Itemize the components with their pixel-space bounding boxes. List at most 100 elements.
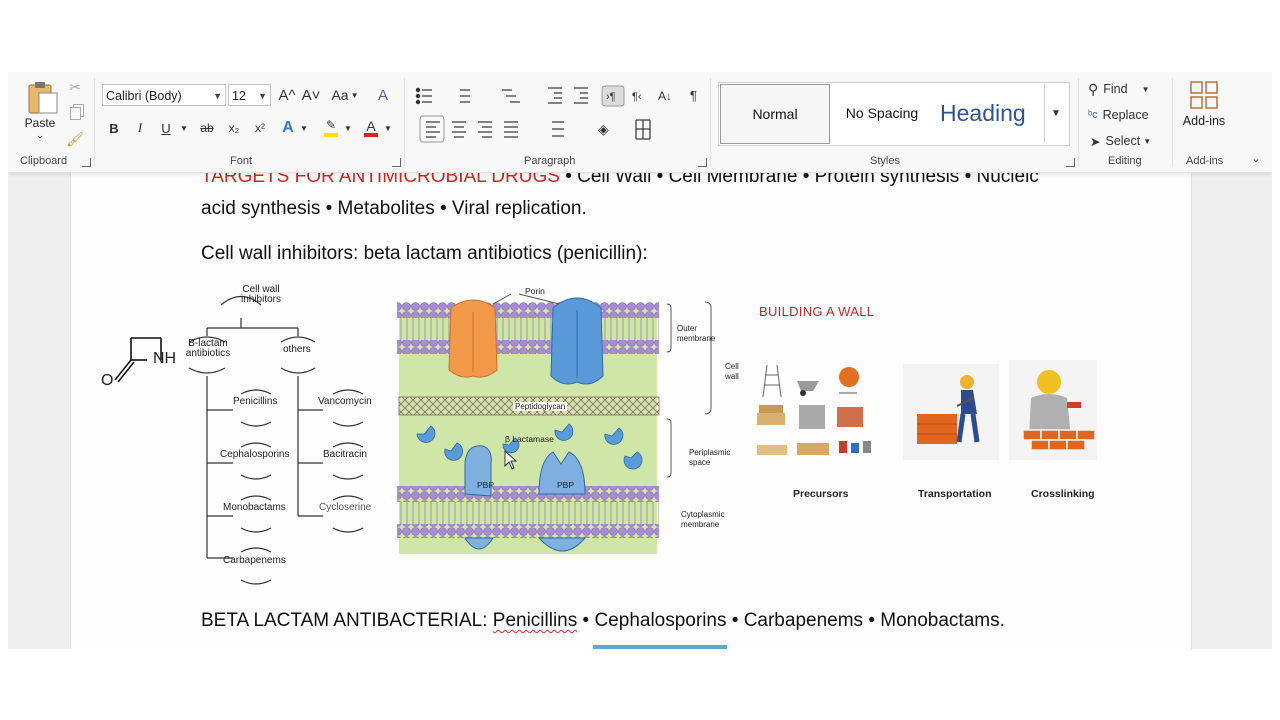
beta-lactam-summary: BETA LACTAM ANTIBACTERIAL: Penicillins •… (201, 610, 1005, 632)
align-right-button[interactable] (474, 116, 498, 142)
bullets-button[interactable] (412, 84, 450, 108)
strikethrough-button[interactable]: ab (196, 118, 218, 138)
separator (94, 78, 95, 166)
caption-precursors: Precursors (793, 488, 849, 500)
document-page[interactable]: TARGETS FOR ANTIMICROBIAL DRUGS • Cell W… (70, 166, 1192, 649)
underline-button[interactable]: U (156, 118, 176, 138)
crosslinking-image (1009, 360, 1097, 460)
styles-group-label: Styles (870, 155, 900, 167)
grow-font-button[interactable]: A^ (276, 84, 298, 106)
styles-launcher-icon[interactable] (1066, 158, 1075, 167)
copy-icon (69, 106, 81, 120)
add-ins-label: Add-ins (1182, 114, 1226, 128)
separator (1078, 78, 1079, 166)
clipboard-launcher-icon[interactable] (82, 158, 91, 167)
add-ins-button[interactable]: Add-ins (1180, 78, 1228, 136)
styles-more-button[interactable]: ▼ (1044, 84, 1067, 142)
separator (1172, 78, 1173, 166)
separator (404, 78, 405, 166)
transportation-image (903, 364, 999, 460)
rtl-button[interactable] (628, 84, 650, 108)
selection-bar (593, 645, 727, 649)
ltr-button[interactable] (602, 84, 624, 108)
style-heading[interactable]: Heading (934, 84, 1044, 142)
pbp-label-2: PBP (557, 480, 575, 490)
periplasmic-label: Periplasmic space (689, 448, 731, 467)
style-no-spacing[interactable]: No Spacing (828, 84, 936, 142)
style-normal[interactable]: Normal (720, 84, 830, 144)
clear-formatting-button[interactable]: A (372, 84, 394, 106)
paragraph-group-label: Paragraph (524, 155, 576, 167)
select-label: Select (1105, 134, 1141, 148)
bold-button[interactable]: B (104, 118, 124, 138)
cytoplasmic-label: Cytoplasmic membrane (681, 510, 725, 529)
numbering-button[interactable] (452, 84, 492, 108)
change-case-button[interactable]: Aa ▼ (328, 84, 362, 106)
find-label: Find (1103, 82, 1128, 96)
align-left-button[interactable] (420, 116, 444, 142)
replace-button[interactable]: ᵇc Replace (1088, 104, 1160, 126)
copy-button[interactable] (66, 104, 84, 122)
font-size-select[interactable]: 12 ▼ (228, 84, 271, 106)
tree-others-label: others (283, 344, 311, 355)
format-painter-button[interactable]: 🖌 (66, 130, 84, 148)
chevron-down-icon: ▼ (344, 123, 352, 133)
select-button[interactable]: ➤ Select ▼ (1090, 130, 1162, 152)
caption-transportation: Transportation (918, 488, 992, 500)
font-color-dropdown[interactable]: ▼ (382, 118, 394, 138)
align-center-button[interactable] (448, 116, 472, 142)
tree-leaf-carbapenems: Carbapenems (223, 555, 286, 566)
shading-button[interactable] (590, 116, 626, 142)
font-group-label: Font (230, 155, 253, 167)
paragraph-launcher-icon[interactable] (698, 158, 707, 167)
cell-wall-label: Cell wall (725, 362, 739, 381)
increase-indent-button[interactable] (568, 84, 590, 108)
chevron-down-icon: ▼ (300, 123, 308, 133)
multilevel-list-button[interactable] (496, 84, 532, 108)
chevron-down-icon: ▼ (180, 123, 188, 133)
paste-button[interactable]: Paste ⌄ (20, 78, 60, 144)
subscript-button[interactable]: x₂ (224, 118, 244, 138)
underline-dropdown[interactable]: ▼ (178, 118, 190, 138)
tree-leaf-penicillins: Penicillins (233, 396, 278, 407)
porin-label: Porin (525, 286, 545, 296)
show-marks-button[interactable] (684, 84, 706, 108)
scissors-icon: ✂ (69, 78, 81, 95)
tree-leaf-vancomycin: Vancomycin (318, 396, 372, 407)
peptidoglycan-label: Peptidoglycan (513, 402, 568, 411)
justify-button[interactable] (500, 116, 534, 142)
font-color-button[interactable]: A (360, 118, 382, 138)
text-effects-dropdown[interactable]: ▼ (298, 118, 310, 138)
search-icon: ⚲ (1088, 80, 1099, 97)
summary-prefix: BETA LACTAM ANTIBACTERIAL: (201, 610, 493, 631)
word-window: TARGETS FOR ANTIMICROBIAL DRUGS • Cell W… (8, 72, 1272, 649)
italic-button[interactable]: I (130, 118, 150, 138)
font-family-select[interactable]: Calibri (Body) ▼ (102, 84, 226, 106)
decrease-indent-button[interactable] (542, 84, 564, 108)
highlight-dropdown[interactable]: ▼ (342, 118, 354, 138)
summary-rest: • Cephalosporins • Carbapenems • Monobac… (577, 610, 1005, 631)
o-label: O (101, 372, 114, 389)
find-button[interactable]: ⚲ Find ▼ (1088, 78, 1160, 100)
summary-penicillins: Penicillins (492, 610, 578, 631)
editing-group-label: Editing (1108, 155, 1142, 167)
collapse-ribbon-button[interactable]: ⌄ (1248, 150, 1264, 166)
line-spacing-button[interactable] (548, 116, 578, 142)
replace-icon: ᵇc (1088, 109, 1098, 121)
superscript-button[interactable]: x² (250, 118, 270, 138)
shrink-font-button[interactable]: A˅ (300, 84, 322, 106)
tree-leaf-bacitracin: Bacitracin (323, 449, 367, 460)
cut-button[interactable]: ✂ (66, 78, 84, 96)
highlight-button[interactable]: ✎ (320, 118, 342, 138)
cursor-icon: ➤ (1090, 134, 1101, 149)
replace-label: Replace (1102, 108, 1149, 122)
nh-label: NH (153, 350, 177, 367)
font-launcher-icon[interactable] (392, 158, 401, 167)
text-effects-button[interactable]: A (278, 118, 298, 138)
targets-line-2: acid synthesis • Metabolites • Viral rep… (201, 198, 587, 219)
sort-button[interactable] (654, 84, 678, 108)
building-wall-title: BUILDING A WALL (759, 304, 875, 319)
outer-membrane-label: Outer membrane (677, 324, 716, 343)
borders-button[interactable] (632, 116, 668, 142)
change-case-label: Aa (331, 87, 349, 103)
